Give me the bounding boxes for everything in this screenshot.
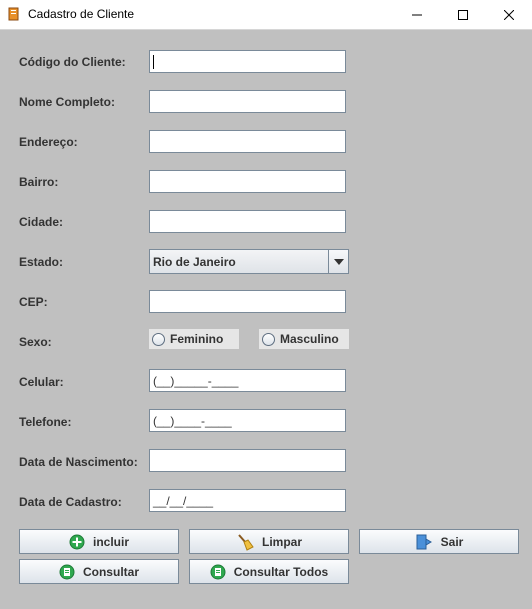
- bairro-field[interactable]: [149, 170, 346, 193]
- consultar-todos-button[interactable]: Consultar Todos: [189, 559, 349, 584]
- data-nascimento-field[interactable]: [149, 449, 346, 472]
- title-bar: Cadastro de Cliente: [0, 0, 532, 30]
- label-data-cadastro: Data de Cadastro:: [19, 495, 122, 509]
- label-cidade: Cidade:: [19, 215, 64, 229]
- celular-field[interactable]: (__)_____-____: [149, 369, 346, 392]
- label-codigo: Código do Cliente:: [19, 55, 126, 69]
- minimize-icon: [412, 14, 422, 15]
- label-bairro: Bairro:: [19, 175, 59, 189]
- radio-masculino[interactable]: Masculino: [259, 329, 349, 349]
- estado-dropdown-button[interactable]: [328, 250, 348, 273]
- radio-masculino-label: Masculino: [280, 332, 339, 346]
- minimize-button[interactable]: [394, 0, 440, 29]
- exit-door-icon: [415, 533, 433, 551]
- maximize-icon: [458, 9, 468, 20]
- broom-icon: [236, 533, 254, 551]
- label-nome: Nome Completo:: [19, 95, 115, 109]
- app-icon: [8, 7, 19, 21]
- cidade-field[interactable]: [149, 210, 346, 233]
- label-celular: Celular:: [19, 375, 64, 389]
- label-endereco: Endereço:: [19, 135, 78, 149]
- estado-select[interactable]: Rio de Janeiro: [149, 249, 349, 274]
- sair-button-label: Sair: [440, 534, 464, 549]
- sair-button[interactable]: Sair: [359, 529, 519, 554]
- chevron-down-icon: [333, 258, 344, 265]
- consultar-button[interactable]: Consultar: [19, 559, 179, 584]
- incluir-button-label: incluir: [92, 534, 129, 549]
- form-panel: Código do Cliente: Nome Completo: Endere…: [0, 30, 532, 609]
- cep-field[interactable]: [149, 290, 346, 313]
- label-sexo: Sexo:: [19, 335, 52, 349]
- label-telefone: Telefone:: [19, 415, 72, 429]
- green-plus-icon: [69, 534, 85, 550]
- endereco-field[interactable]: [149, 130, 346, 153]
- green-document-icon: [59, 564, 75, 580]
- codigo-cliente-field[interactable]: [149, 50, 346, 73]
- radio-feminino-label: Feminino: [170, 332, 224, 346]
- label-data-nascimento: Data de Nascimento:: [19, 455, 138, 469]
- green-document-icon: [210, 564, 226, 580]
- window-title: Cadastro de Cliente: [28, 7, 135, 21]
- radio-circle-icon: [152, 332, 165, 346]
- consultar-button-label: Consultar: [82, 564, 139, 579]
- nome-completo-field[interactable]: [149, 90, 346, 113]
- estado-selected-value: Rio de Janeiro: [153, 255, 236, 269]
- radio-feminino[interactable]: Feminino: [149, 329, 239, 349]
- limpar-button-label: Limpar: [261, 534, 302, 549]
- limpar-button[interactable]: Limpar: [189, 529, 349, 554]
- incluir-button[interactable]: incluir: [19, 529, 179, 554]
- text-caret: [153, 55, 154, 69]
- label-estado: Estado:: [19, 255, 64, 269]
- maximize-button[interactable]: [440, 0, 486, 29]
- consultar-todos-button-label: Consultar Todos: [233, 564, 329, 579]
- radio-circle-icon: [262, 332, 275, 346]
- close-button[interactable]: [486, 0, 532, 29]
- telefone-field[interactable]: (__)____-____: [149, 409, 346, 432]
- data-cadastro-field[interactable]: __/__/____: [149, 489, 346, 512]
- close-icon: [504, 9, 514, 20]
- label-cep: CEP:: [19, 295, 48, 309]
